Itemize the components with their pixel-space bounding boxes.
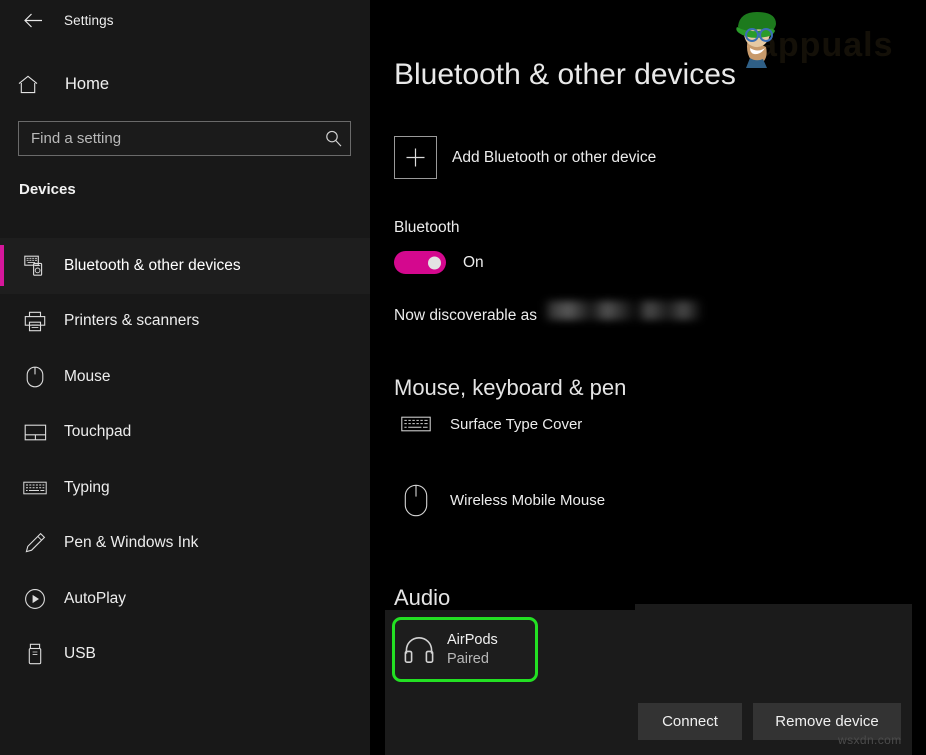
autoplay-icon	[20, 588, 50, 610]
sidebar-item-printers-scanners[interactable]: Printers & scanners	[0, 294, 370, 350]
sidebar-item-label: Pen & Windows Ink	[64, 534, 199, 552]
mouse-icon	[396, 484, 436, 517]
sidebar-item-pen-windows-ink[interactable]: Pen & Windows Ink	[0, 516, 370, 572]
toggle-knob	[428, 256, 441, 269]
search-input[interactable]	[19, 130, 316, 147]
main-content: appuals Bluetooth & other devices Add Bl	[370, 0, 926, 755]
sidebar-item-label: USB	[64, 645, 96, 663]
page-title: Bluetooth & other devices	[394, 58, 736, 91]
device-action-buttons: Connect Remove device	[638, 703, 901, 740]
sidebar: Settings Home Devices	[0, 0, 370, 755]
device-status: Paired	[447, 650, 489, 667]
device-name: Surface Type Cover	[450, 415, 583, 433]
search-icon[interactable]	[316, 130, 350, 147]
sidebar-item-label: Printers & scanners	[64, 312, 200, 330]
sidebar-section-devices: Devices	[19, 181, 76, 198]
home-icon	[18, 75, 54, 94]
keyboard-icon	[20, 480, 50, 496]
sidebar-item-mouse[interactable]: Mouse	[0, 349, 370, 405]
plus-icon	[394, 136, 437, 179]
bluetooth-devices-icon	[20, 255, 50, 276]
app-title: Settings	[64, 12, 114, 28]
bluetooth-label: Bluetooth	[394, 219, 460, 236]
sidebar-item-label: Mouse	[64, 367, 111, 385]
device-row-airpods[interactable]: AirPods Paired	[392, 617, 538, 682]
sidebar-item-home[interactable]: Home	[0, 67, 370, 101]
remove-device-button[interactable]: Remove device	[753, 703, 901, 740]
add-device-label: Add Bluetooth or other device	[452, 148, 657, 166]
selected-accent-bar	[0, 245, 4, 286]
keyboard-icon	[396, 414, 436, 434]
airpods-text-block: AirPods Paired	[447, 631, 498, 667]
group-heading-mouse-keyboard-pen: Mouse, keyboard & pen	[394, 375, 627, 400]
sidebar-item-usb[interactable]: USB	[0, 627, 370, 683]
headphones-icon	[397, 636, 441, 664]
bluetooth-toggle-row: On	[394, 251, 484, 274]
back-arrow-icon[interactable]	[10, 4, 56, 36]
search-box[interactable]	[18, 121, 351, 156]
sidebar-item-typing[interactable]: Typing	[0, 460, 370, 516]
bluetooth-toggle[interactable]	[394, 251, 446, 274]
sidebar-item-autoplay[interactable]: AutoPlay	[0, 571, 370, 627]
discoverable-prefix: Now discoverable as	[394, 307, 538, 324]
sidebar-item-label: AutoPlay	[64, 589, 127, 607]
sidebar-item-label: Touchpad	[64, 423, 132, 441]
device-row-wireless-mobile-mouse[interactable]: Wireless Mobile Mouse	[396, 484, 605, 517]
discoverable-row: Now discoverable as	[394, 301, 704, 325]
sidebar-item-bluetooth-other-devices[interactable]: Bluetooth & other devices	[0, 238, 370, 294]
sidebar-item-label: Typing	[64, 478, 110, 496]
touchpad-icon	[20, 423, 50, 442]
add-device-button[interactable]: Add Bluetooth or other device	[394, 136, 656, 179]
bluetooth-toggle-state: On	[463, 253, 484, 271]
pen-icon	[20, 532, 50, 554]
mouse-icon	[20, 366, 50, 388]
watermark-logo-text: appuals	[758, 26, 894, 64]
printer-icon	[20, 311, 50, 332]
redacted-device-name	[543, 301, 704, 320]
device-name: Wireless Mobile Mouse	[450, 492, 606, 509]
sidebar-item-touchpad[interactable]: Touchpad	[0, 405, 370, 461]
device-row-surface-type-cover[interactable]: Surface Type Cover	[396, 414, 582, 434]
title-bar: Settings	[0, 0, 370, 40]
sidebar-nav-list: Bluetooth & other devices Printers & sca…	[0, 238, 370, 682]
settings-window: Settings Home Devices	[0, 0, 926, 755]
device-name: AirPods	[447, 632, 498, 649]
mascot-icon	[736, 12, 776, 68]
group-heading-audio: Audio	[394, 585, 451, 610]
appuals-watermark-logo: appuals	[728, 8, 914, 68]
usb-icon	[20, 643, 50, 665]
connect-button[interactable]: Connect	[638, 703, 742, 740]
sidebar-item-home-label: Home	[65, 74, 110, 93]
sidebar-item-label: Bluetooth & other devices	[64, 256, 241, 274]
